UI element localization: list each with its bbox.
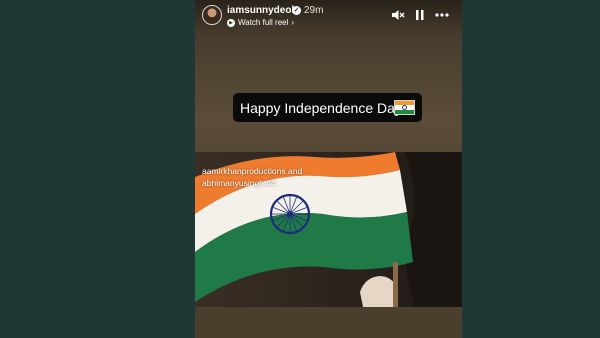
- chevron-right-icon: ›: [291, 18, 295, 27]
- post-time: 29m: [304, 5, 324, 16]
- reel-collaborators-tag: aamirkhanproductions and abhimanyusingh.…: [202, 165, 302, 189]
- text-sticker: Happy Independence Day: [233, 93, 422, 122]
- story-viewer[interactable]: iamsunnydeol ✓ 29m ▶ Watch full reel › H…: [195, 0, 462, 338]
- tag-line-1: aamirkhanproductions and: [202, 166, 303, 176]
- profile-avatar[interactable]: [202, 5, 222, 25]
- play-icon: ▶: [227, 18, 235, 27]
- verified-badge-icon: ✓: [292, 6, 301, 15]
- more-options-button[interactable]: [434, 8, 450, 25]
- username-link[interactable]: iamsunnydeol: [227, 5, 294, 16]
- embedded-reel-preview[interactable]: aamirkhanproductions and abhimanyusingh.…: [195, 152, 462, 307]
- indian-flag-emoji-icon: [394, 100, 415, 115]
- speaker-muted-icon: [392, 10, 405, 20]
- pause-icon: [416, 10, 424, 20]
- tag-line-2: abhimanyusingh.44: [202, 178, 276, 188]
- sticker-text: Happy Independence Day: [240, 100, 402, 116]
- more-icon: [435, 13, 449, 17]
- pause-button[interactable]: [414, 8, 426, 25]
- story-header: iamsunnydeol ✓ 29m ▶ Watch full reel ›: [195, 0, 462, 36]
- mute-icon[interactable]: [391, 8, 405, 25]
- watch-full-reel-link[interactable]: ▶ Watch full reel ›: [227, 18, 294, 27]
- watch-full-reel-label: Watch full reel: [238, 18, 289, 27]
